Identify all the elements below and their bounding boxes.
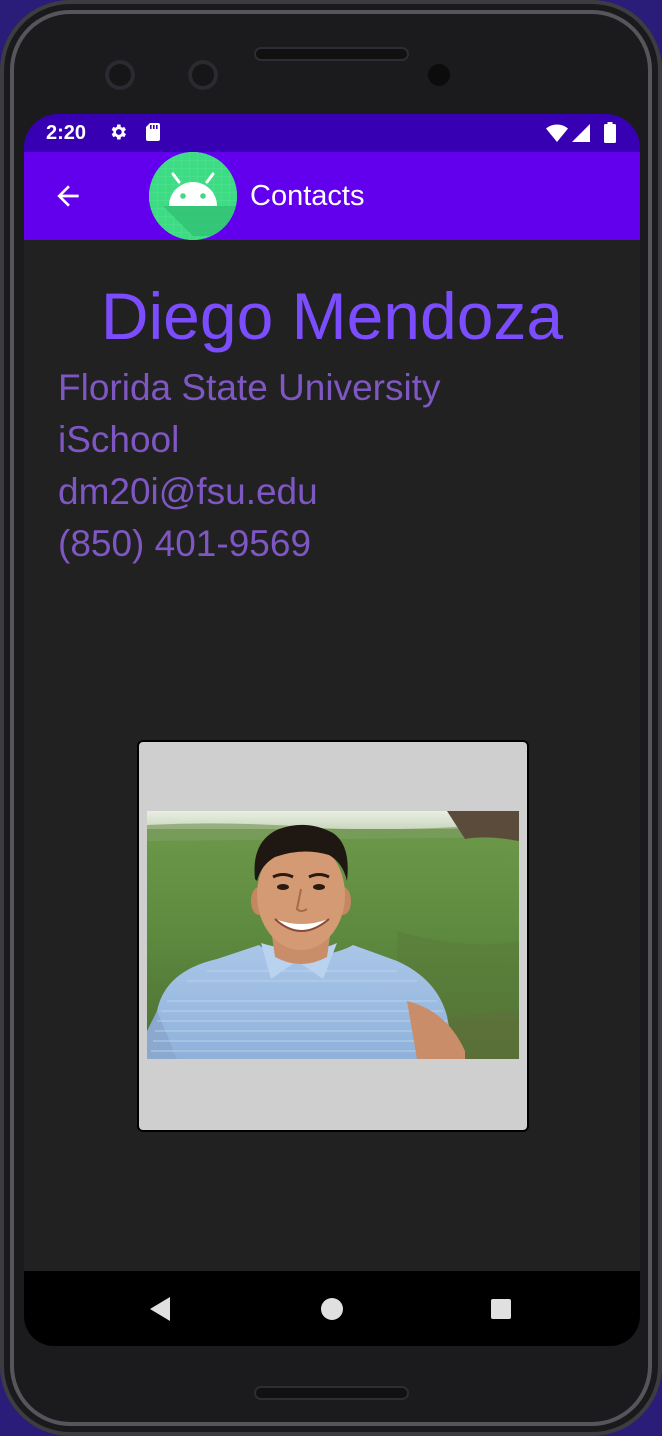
- proximity-sensor-icon: [428, 64, 450, 86]
- app-bar: Contacts: [24, 152, 640, 240]
- nav-home-icon[interactable]: [321, 1298, 343, 1320]
- nav-recents-icon[interactable]: [491, 1299, 511, 1319]
- status-bar: 2:20: [24, 114, 640, 152]
- nav-back-icon[interactable]: [148, 1297, 172, 1321]
- front-camera-icon: [105, 60, 135, 90]
- sd-card-icon: [146, 123, 160, 141]
- contact-name: Diego Mendoza: [100, 279, 564, 353]
- bottom-speaker: [254, 1386, 409, 1400]
- gear-icon: [111, 124, 126, 140]
- status-time: 2:20: [46, 122, 87, 144]
- wifi-icon: [546, 124, 568, 142]
- battery-icon: [604, 122, 616, 143]
- front-sensor-icon: [188, 60, 218, 90]
- device-screen: 2:20 Contacts Diego Mendoza Florida Stat…: [24, 114, 640, 1346]
- navigation-bar: [24, 1271, 640, 1346]
- contact-organization: Florida State University: [58, 367, 441, 408]
- contact-photo-frame: [137, 740, 529, 1132]
- phone-frame: 2:20 Contacts Diego Mendoza Florida Stat…: [0, 0, 662, 1436]
- signal-icon: [572, 124, 590, 142]
- contact-photo: [147, 811, 519, 1059]
- contact-phone: (850) 401-9569: [58, 523, 312, 564]
- contact-department: iSchool: [58, 419, 180, 460]
- arrow-back-icon[interactable]: [52, 180, 84, 212]
- app-bar-title: Contacts: [250, 180, 365, 212]
- android-logo-icon: [149, 152, 237, 240]
- earpiece-speaker: [254, 47, 409, 61]
- contact-email: dm20i@fsu.edu: [58, 471, 318, 512]
